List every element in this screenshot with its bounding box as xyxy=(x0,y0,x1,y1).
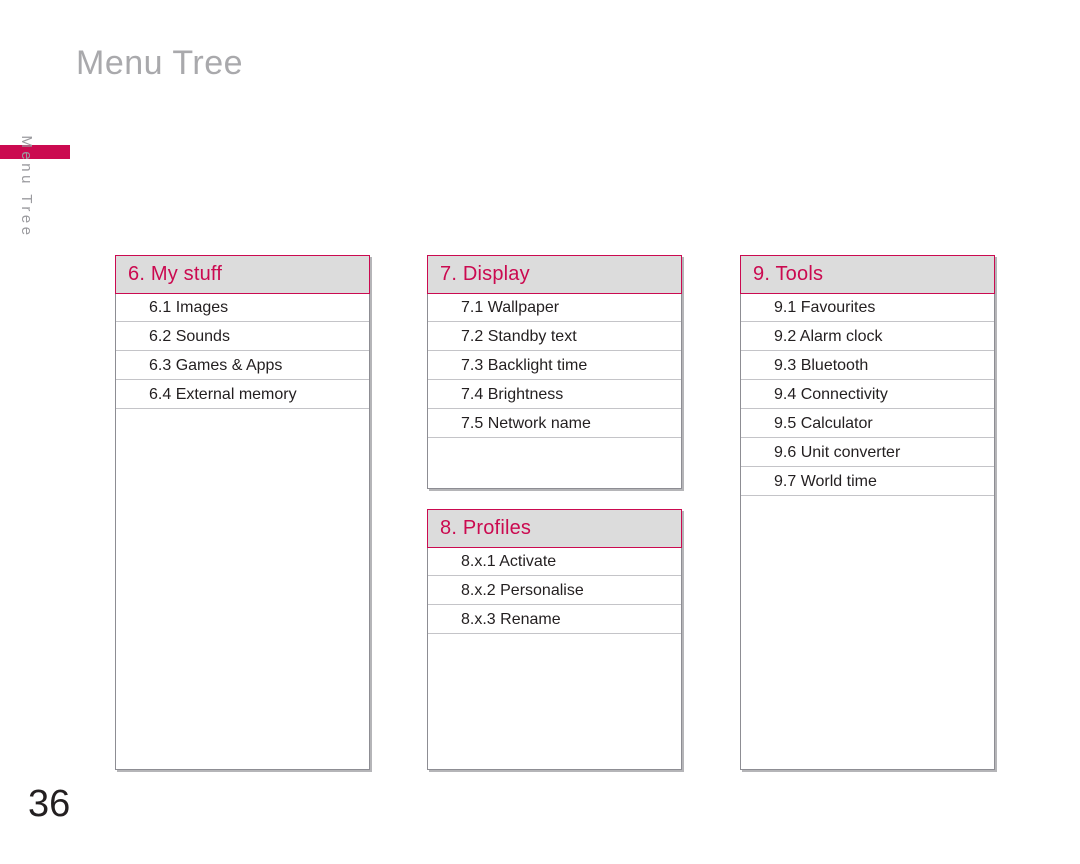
menu-box-title: 9. Tools xyxy=(753,263,824,285)
menu-row[interactable]: 9.3 Bluetooth xyxy=(741,351,994,380)
side-tab-accent-bar xyxy=(0,145,70,159)
menu-row[interactable]: 8.x.3 Rename xyxy=(428,605,681,634)
menu-row[interactable]: 9.5 Calculator xyxy=(741,409,994,438)
menu-box-title: 6. My stuff xyxy=(128,263,223,285)
menu-row-list: 7.1 Wallpaper 7.2 Standby text 7.3 Backlig… xyxy=(428,293,681,438)
menu-row[interactable]: 9.7 World time xyxy=(741,467,994,496)
menu-box-header[interactable]: 7. Display xyxy=(427,255,682,294)
menu-row[interactable]: 9.2 Alarm clock xyxy=(741,322,994,351)
side-tab-label: Menu Tree xyxy=(18,135,35,239)
menu-row[interactable]: 6.1 Images xyxy=(116,293,369,322)
menu-column-1: 6. My stuff 6.1 Images 6.2 Sounds 6.3 Games… xyxy=(115,255,370,770)
menu-box-header[interactable]: 9. Tools xyxy=(740,255,995,294)
menu-box-title: 7. Display xyxy=(440,263,530,285)
menu-row[interactable]: 6.2 Sounds xyxy=(116,322,369,351)
menu-box: 8. Profiles 8.x.1 Activate 8.x.2 Personali… xyxy=(427,509,682,770)
menu-row[interactable]: 8.x.1 Activate xyxy=(428,547,681,576)
menu-box-title: 8. Profiles xyxy=(440,517,532,539)
menu-row[interactable]: 7.2 Standby text xyxy=(428,322,681,351)
menu-row[interactable]: 9.6 Unit converter xyxy=(741,438,994,467)
menu-box: 9. Tools 9.1 Favourites 9.2 Alarm clock 9.3… xyxy=(740,255,995,770)
menu-row[interactable]: 8.x.2 Personalise xyxy=(428,576,681,605)
side-tab: Menu Tree xyxy=(0,135,70,309)
menu-row-list: 9.1 Favourites 9.2 Alarm clock 9.3 Bluetoo… xyxy=(741,293,994,496)
menu-row[interactable]: 7.3 Backlight time xyxy=(428,351,681,380)
page-title: Menu Tree xyxy=(76,44,244,82)
menu-row[interactable]: 6.3 Games & Apps xyxy=(116,351,369,380)
menu-row[interactable]: 7.5 Network name xyxy=(428,409,681,438)
menu-row-list: 8.x.1 Activate 8.x.2 Personalise 8.x.3 Ren… xyxy=(428,547,681,634)
menu-column-2: 7. Display 7.1 Wallpaper 7.2 Standby text 7… xyxy=(427,255,682,770)
menu-box-header[interactable]: 8. Profiles xyxy=(427,509,682,548)
menu-box-header[interactable]: 6. My stuff xyxy=(115,255,370,294)
menu-box: 6. My stuff 6.1 Images 6.2 Sounds 6.3 Games… xyxy=(115,255,370,770)
side-tab-label-wrap: Menu Tree xyxy=(0,135,70,309)
menu-row[interactable]: 9.1 Favourites xyxy=(741,293,994,322)
menu-row[interactable]: 7.1 Wallpaper xyxy=(428,293,681,322)
menu-column-3: 9. Tools 9.1 Favourites 9.2 Alarm clock 9.3… xyxy=(740,255,995,770)
menu-tree-columns: 6. My stuff 6.1 Images 6.2 Sounds 6.3 Games… xyxy=(115,255,995,770)
page-number: 36 xyxy=(28,783,71,825)
menu-row[interactable]: 7.4 Brightness xyxy=(428,380,681,409)
menu-box: 7. Display 7.1 Wallpaper 7.2 Standby text 7… xyxy=(427,255,682,489)
menu-row[interactable]: 6.4 External memory xyxy=(116,380,369,409)
menu-row-list: 6.1 Images 6.2 Sounds 6.3 Games & Apps 6.4 … xyxy=(116,293,369,409)
menu-row[interactable]: 9.4 Connectivity xyxy=(741,380,994,409)
